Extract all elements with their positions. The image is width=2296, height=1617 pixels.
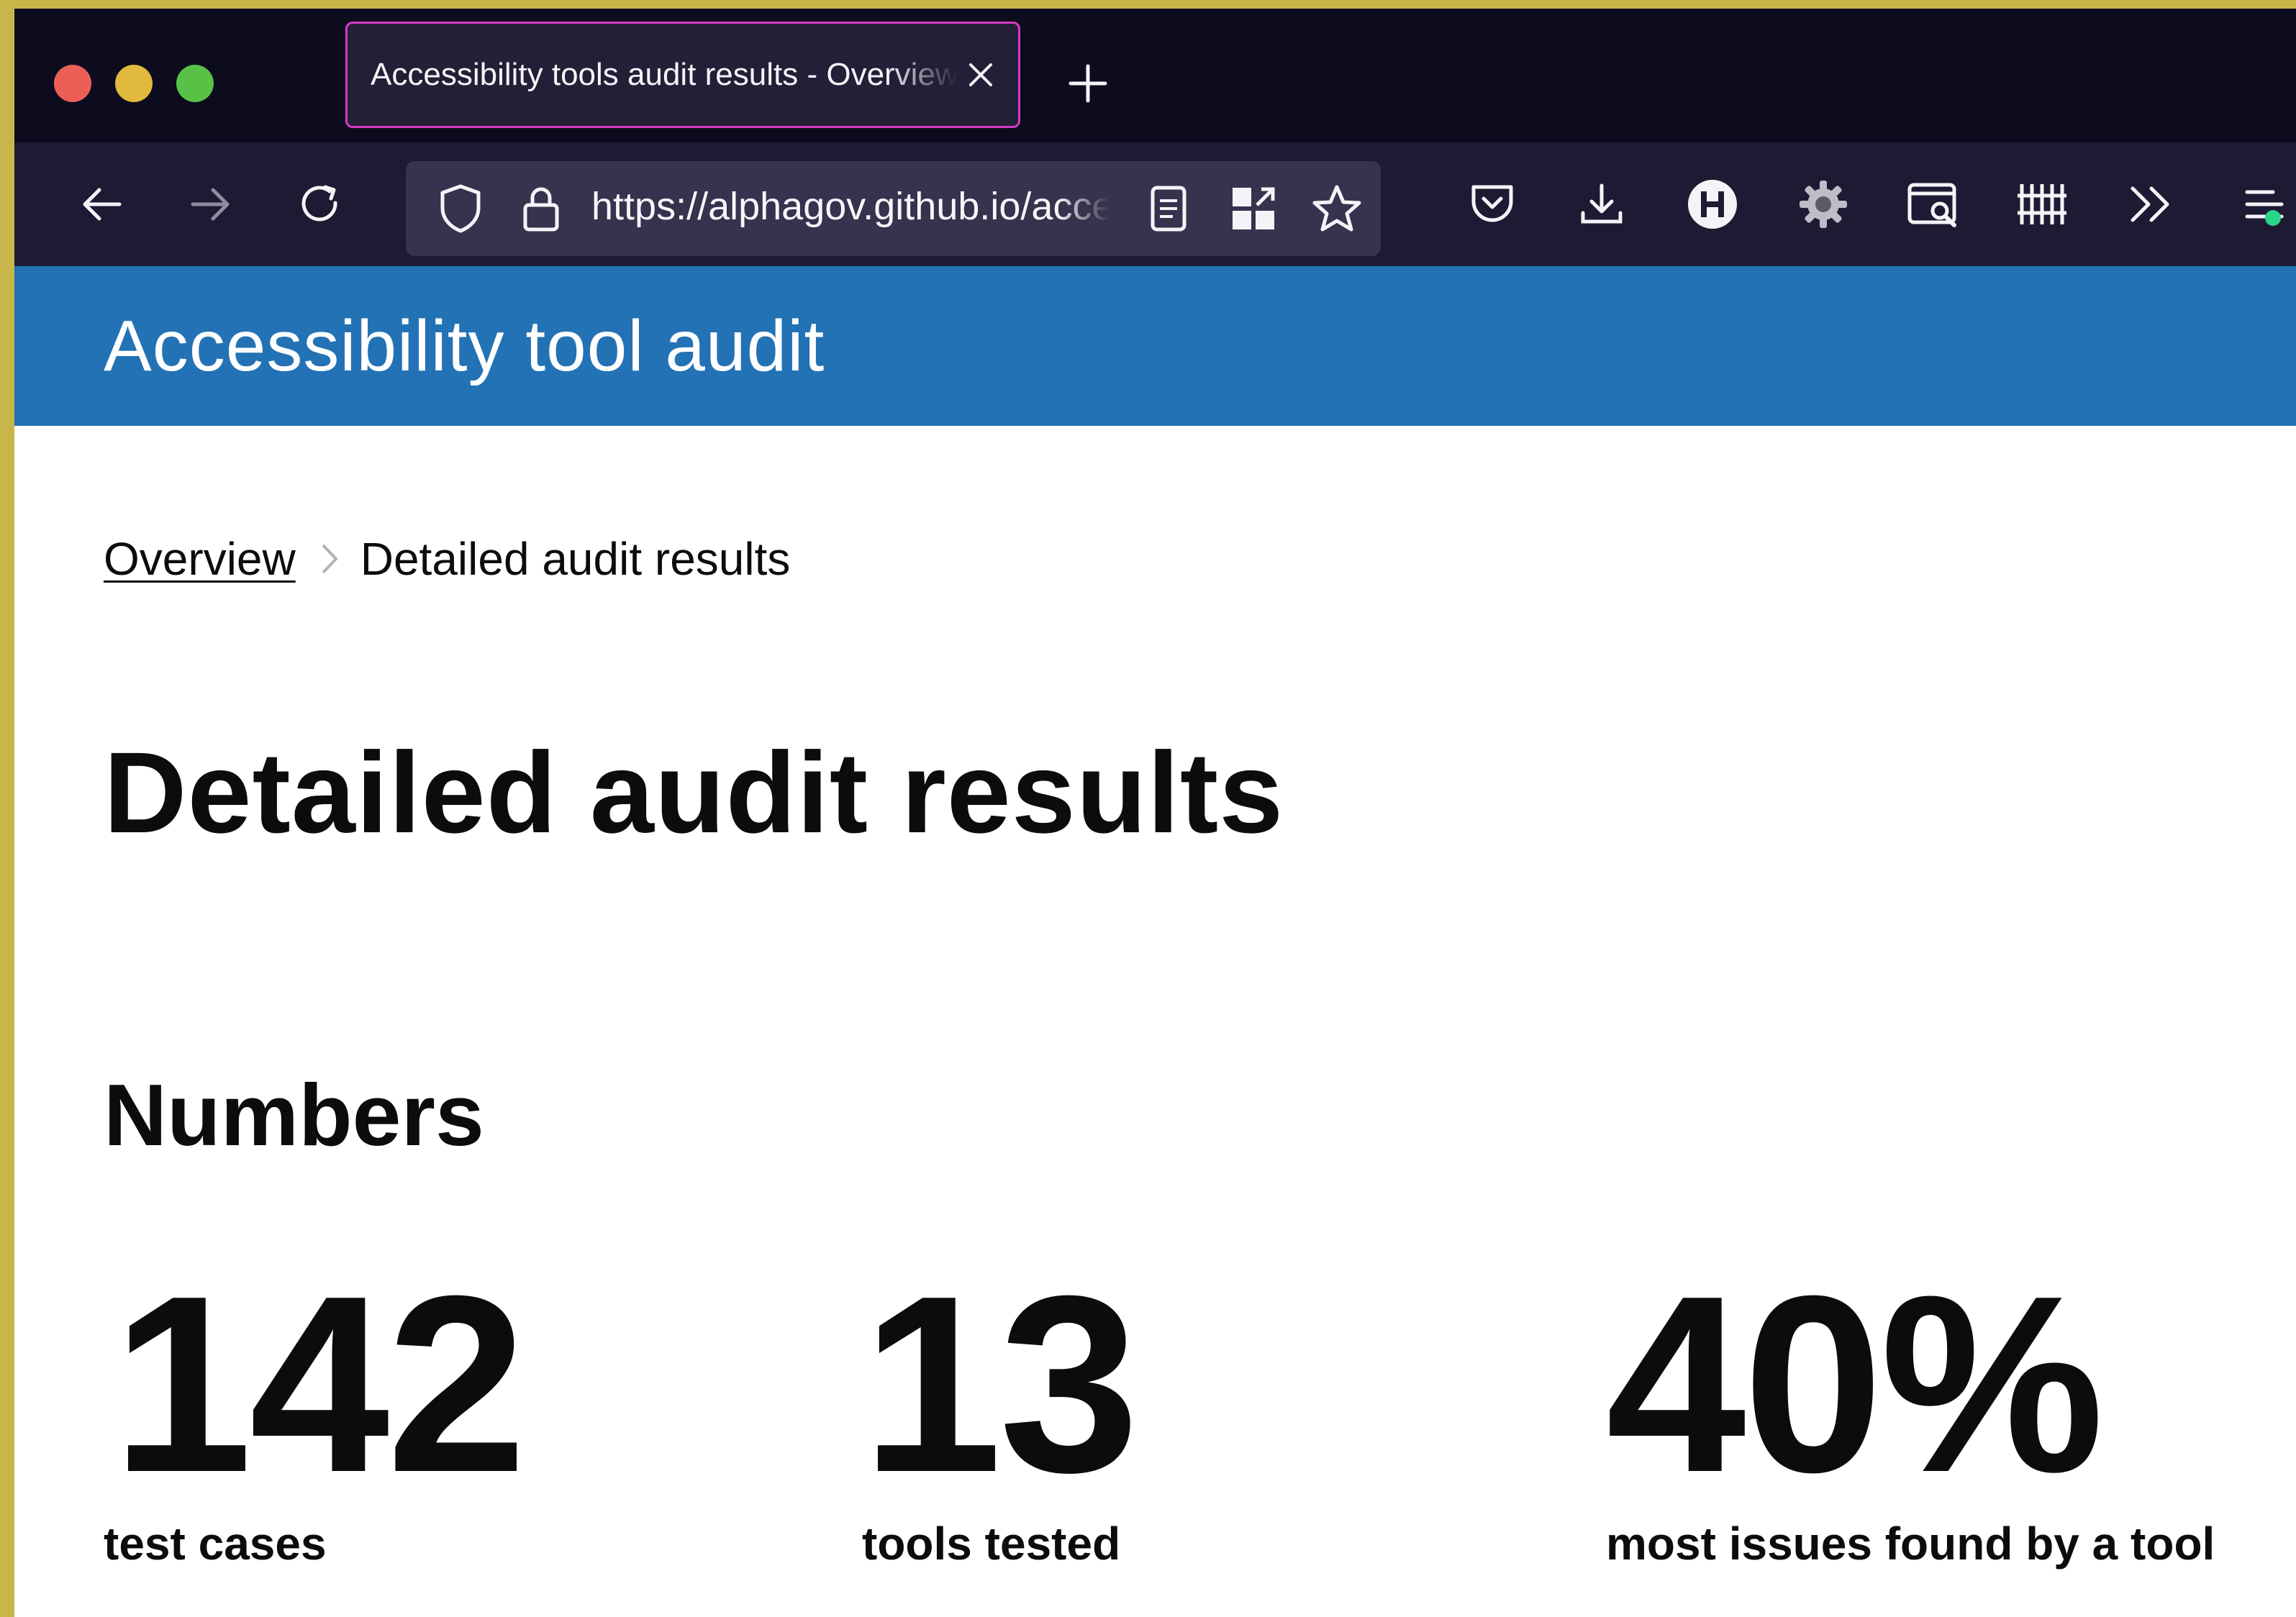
site-title[interactable]: Accessibility tool audit — [104, 305, 825, 388]
gear-extension-icon[interactable] — [1794, 176, 1852, 233]
tab-title: Accessibility tools audit results - Over… — [371, 57, 958, 92]
reload-icon[interactable] — [292, 176, 350, 233]
stat-label: tools tested — [862, 1518, 1121, 1570]
pocket-icon[interactable] — [1464, 176, 1521, 233]
menu-icon[interactable] — [2232, 176, 2296, 233]
stat-label: most issues found by a tool — [1606, 1518, 2215, 1570]
reader-view-icon[interactable] — [1140, 180, 1197, 237]
stat-test-cases: 142 test cases — [104, 1244, 760, 1569]
numbers-heading: Numbers — [104, 1066, 484, 1164]
tab-bar: Accessibility tools audit results - Over… — [14, 9, 2296, 142]
tab-close-icon[interactable] — [963, 58, 998, 92]
forward-icon[interactable] — [181, 176, 239, 233]
library-icon[interactable] — [2013, 176, 2071, 233]
window-maximize-button[interactable] — [176, 65, 214, 102]
window-minimize-button[interactable] — [115, 65, 153, 102]
bookmark-star-icon[interactable] — [1308, 180, 1366, 237]
browser-window: Accessibility tools audit results - Over… — [14, 9, 2296, 1617]
stat-label: test cases — [104, 1518, 327, 1570]
chevron-right-icon — [320, 542, 339, 575]
page-content: Accessibility tool audit Overview Detail… — [14, 266, 2296, 1617]
stat-tools-tested: 13 tools tested — [862, 1244, 1510, 1570]
stat-most-issues: 40% most issues found by a tool — [1606, 1244, 2225, 1570]
breadcrumb-current: Detailed audit results — [360, 533, 791, 585]
stat-value: 13 — [862, 1244, 1139, 1525]
window-close-button[interactable] — [54, 65, 91, 102]
back-icon[interactable] — [73, 176, 131, 233]
h-extension-icon[interactable] — [1684, 176, 1741, 233]
qr-extension-icon[interactable] — [1225, 180, 1282, 237]
active-tab[interactable]: Accessibility tools audit results - Over… — [345, 22, 1020, 128]
lock-icon[interactable] — [512, 180, 570, 237]
overflow-chevrons-icon[interactable] — [2123, 176, 2180, 233]
download-icon[interactable] — [1573, 176, 1630, 233]
stat-value: 142 — [112, 1244, 527, 1525]
shield-icon[interactable] — [432, 180, 489, 237]
page-title: Detailed audit results — [104, 728, 1284, 857]
url-text[interactable]: https://alphagov.github.io/accessibility… — [591, 184, 1110, 229]
nav-toolbar: https://alphagov.github.io/accessibility… — [14, 142, 2296, 266]
notification-dot — [2265, 210, 2281, 226]
url-bar[interactable]: https://alphagov.github.io/accessibility… — [406, 161, 1381, 256]
stat-value: 40% — [1606, 1244, 2105, 1525]
breadcrumb-overview-link[interactable]: Overview — [104, 532, 296, 586]
screenshot-extension-icon[interactable] — [1904, 176, 1961, 233]
site-header: Accessibility tool audit — [14, 266, 2296, 426]
new-tab-icon[interactable] — [1063, 59, 1112, 108]
breadcrumb: Overview Detailed audit results — [104, 532, 790, 586]
